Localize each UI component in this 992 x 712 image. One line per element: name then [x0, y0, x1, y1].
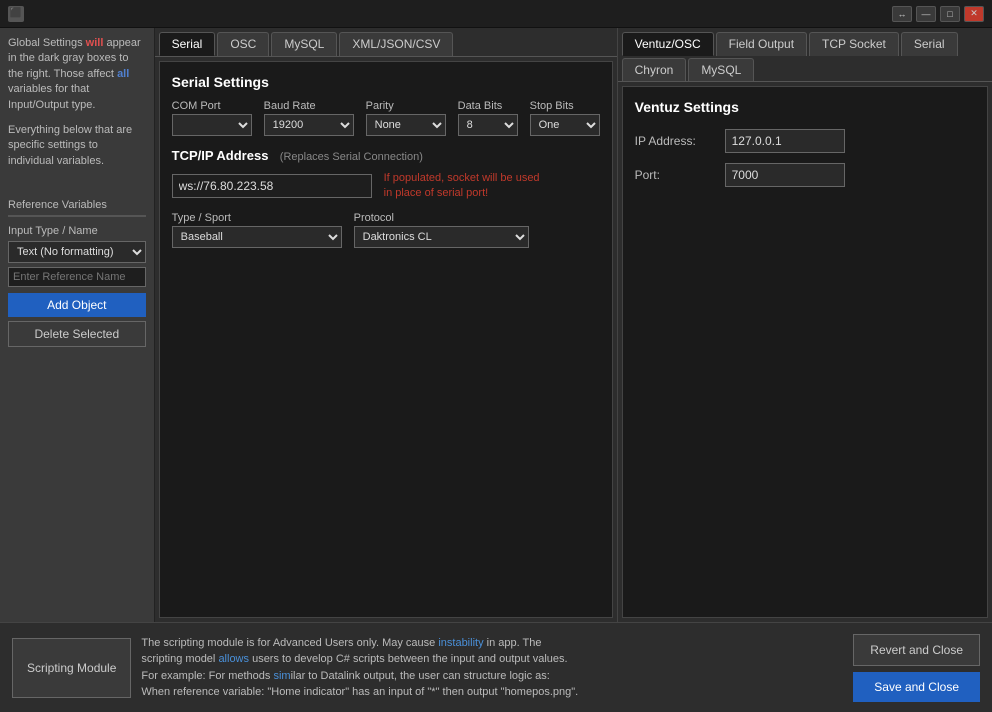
tab-tcp-socket[interactable]: TCP Socket	[809, 32, 899, 56]
stop-bits-select[interactable]: One	[530, 114, 600, 136]
maximize-button[interactable]: □	[940, 6, 960, 22]
ventuz-settings-title: Ventuz Settings	[635, 99, 975, 115]
protocol-label: Protocol	[354, 212, 529, 224]
resize-icon[interactable]: ↔	[892, 6, 912, 22]
revert-close-button[interactable]: Revert and Close	[853, 634, 980, 666]
serial-fields-row: COM Port Baud Rate 19200 Parity None	[172, 100, 600, 136]
port-input[interactable]	[725, 163, 845, 187]
tcp-row: If populated, socket will be usedin plac…	[172, 171, 600, 202]
desc-allows: allows	[218, 653, 249, 665]
app-icon: ⬛	[8, 6, 24, 22]
com-port-select[interactable]	[172, 114, 252, 136]
global-text-all: all	[117, 68, 129, 80]
parity-label: Parity	[366, 100, 446, 112]
titlebar: ⬛ ↔ — □ ✕	[0, 0, 992, 28]
tab-serial[interactable]: Serial	[159, 32, 216, 56]
close-button[interactable]: ✕	[964, 6, 984, 22]
stop-bits-label: Stop Bits	[530, 100, 600, 112]
center-tab-bar: Serial OSC MySQL XML/JSON/CSV	[155, 28, 617, 57]
tab-right-mysql[interactable]: MySQL	[688, 58, 754, 81]
sport-select[interactable]: Baseball	[172, 226, 342, 248]
port-label: Port:	[635, 168, 715, 182]
desc-line2b: users to develop C# scripts between the …	[249, 653, 568, 665]
desc-line4: When reference variable: "Home indicator…	[141, 686, 578, 698]
right-tab-bar: Ventuz/OSC Field Output TCP Socket Seria…	[618, 28, 992, 82]
tcp-address-input[interactable]	[172, 174, 372, 198]
protocol-group: Protocol Daktronics CL	[354, 212, 529, 248]
below-text: Everything below that are specific setti…	[8, 123, 146, 169]
tcp-notice: If populated, socket will be usedin plac…	[384, 171, 540, 202]
sport-protocol-row: Type / Sport Baseball Protocol Daktronic…	[172, 212, 600, 248]
global-text-before-bold: Global Settings	[8, 37, 86, 49]
com-port-label: COM Port	[172, 100, 252, 112]
desc-line1b: in app. The	[484, 637, 542, 649]
ventuz-panel-content: Ventuz Settings IP Address: Port:	[622, 86, 988, 618]
ip-address-field: IP Address:	[635, 129, 975, 153]
global-text-bold: will	[86, 37, 104, 49]
desc-line3: For example: For methods	[141, 670, 273, 682]
tab-osc[interactable]: OSC	[217, 32, 269, 56]
desc-similar: sim	[273, 670, 290, 682]
parity-group: Parity None	[366, 100, 446, 136]
ip-address-label: IP Address:	[635, 134, 715, 148]
tcp-title: TCP/IP Address	[172, 148, 269, 163]
data-bits-select[interactable]: 8	[458, 114, 518, 136]
tab-mysql[interactable]: MySQL	[271, 32, 337, 56]
parity-select[interactable]: None	[366, 114, 446, 136]
ip-address-input[interactable]	[725, 129, 845, 153]
baud-rate-select[interactable]: 19200	[264, 114, 354, 136]
minimize-button[interactable]: —	[916, 6, 936, 22]
baud-rate-group: Baud Rate 19200	[264, 100, 354, 136]
input-type-label: Input Type / Name	[8, 225, 146, 237]
main-container: Global Settings will appear in the dark …	[0, 28, 992, 622]
serial-settings-title: Serial Settings	[172, 74, 600, 90]
ref-variables-section: Reference Variables	[8, 199, 146, 225]
baud-rate-label: Baud Rate	[264, 100, 354, 112]
serial-panel: Serial Settings COM Port Baud Rate 19200	[159, 61, 613, 618]
tab-ventuz-osc[interactable]: Ventuz/OSC	[622, 32, 714, 56]
port-field: Port:	[635, 163, 975, 187]
ref-variables-box	[8, 215, 146, 217]
ref-name-input[interactable]	[8, 267, 146, 287]
protocol-select[interactable]: Daktronics CL	[354, 226, 529, 248]
sidebar: Global Settings will appear in the dark …	[0, 28, 155, 622]
titlebar-controls[interactable]: ↔ — □ ✕	[892, 6, 984, 22]
data-bits-group: Data Bits 8	[458, 100, 518, 136]
input-type-select[interactable]: Text (No formatting)	[8, 241, 146, 263]
global-text-end: variables for that Input/Output type.	[8, 83, 95, 110]
save-close-button[interactable]: Save and Close	[853, 672, 980, 702]
scripting-module-button[interactable]: Scripting Module	[12, 638, 131, 698]
center-panel: Serial OSC MySQL XML/JSON/CSV Serial Set…	[155, 28, 617, 622]
add-object-button[interactable]: Add Object	[8, 293, 146, 317]
delete-selected-button[interactable]: Delete Selected	[8, 321, 146, 347]
tcp-header: TCP/IP Address (Replaces Serial Connecti…	[172, 148, 600, 163]
sport-group: Type / Sport Baseball	[172, 212, 342, 248]
bottom-bar: Scripting Module The scripting module is…	[0, 622, 992, 712]
com-port-group: COM Port	[172, 100, 252, 136]
right-panel: Ventuz/OSC Field Output TCP Socket Seria…	[617, 28, 992, 622]
stop-bits-group: Stop Bits One	[530, 100, 600, 136]
desc-line3b: ilar to Datalink output, the user can st…	[291, 670, 550, 682]
tab-xml-json-csv[interactable]: XML/JSON/CSV	[339, 32, 453, 56]
sport-label: Type / Sport	[172, 212, 342, 224]
desc-line1: The scripting module is for Advanced Use…	[141, 637, 438, 649]
tab-right-serial[interactable]: Serial	[901, 32, 958, 56]
global-settings-text: Global Settings will appear in the dark …	[8, 36, 146, 113]
tab-field-output[interactable]: Field Output	[716, 32, 807, 56]
desc-instability: instability	[438, 637, 483, 649]
bottom-description: The scripting module is for Advanced Use…	[141, 635, 843, 701]
desc-line2: scripting model	[141, 653, 218, 665]
bottom-buttons: Revert and Close Save and Close	[853, 634, 980, 702]
ref-variables-label: Reference Variables	[8, 199, 146, 211]
titlebar-left: ⬛	[8, 6, 24, 22]
tcp-subtitle: (Replaces Serial Connection)	[280, 151, 423, 163]
data-bits-label: Data Bits	[458, 100, 518, 112]
tab-chyron[interactable]: Chyron	[622, 58, 687, 81]
